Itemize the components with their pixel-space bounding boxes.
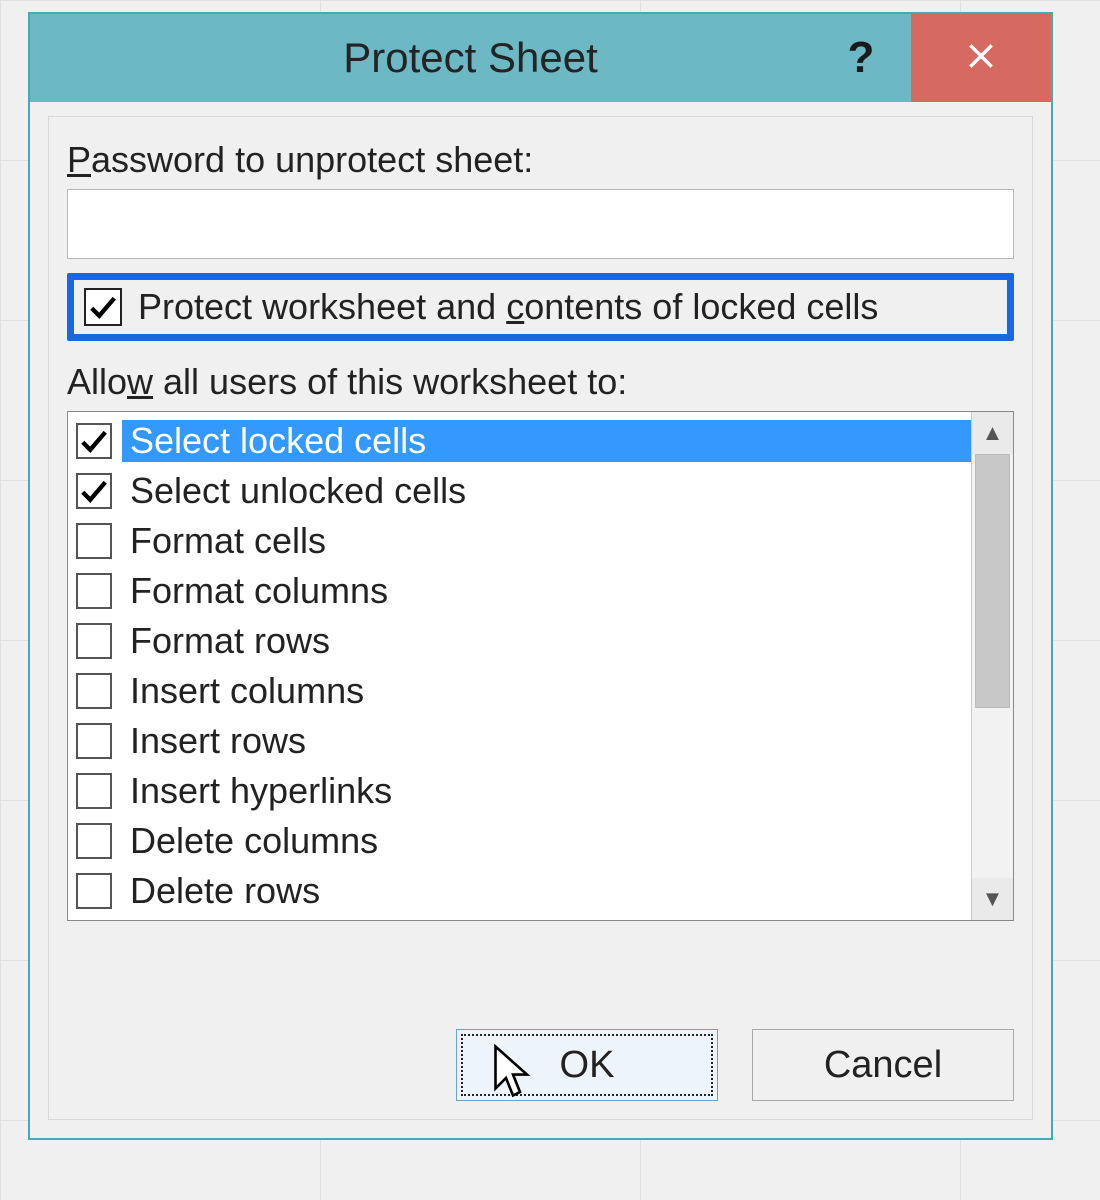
chevron-down-icon: ▼ — [982, 886, 1004, 912]
list-item[interactable]: Delete rows — [74, 866, 971, 916]
allow-users-label: Allow all users of this worksheet to: — [67, 361, 1014, 403]
cancel-button[interactable]: Cancel — [752, 1029, 1014, 1101]
permission-label: Format columns — [122, 570, 971, 612]
list-item[interactable]: Select locked cells — [74, 416, 971, 466]
permission-checkbox[interactable] — [76, 673, 112, 709]
list-item[interactable]: Format rows — [74, 616, 971, 666]
permission-label: Insert hyperlinks — [122, 770, 971, 812]
chevron-up-icon: ▲ — [982, 420, 1004, 446]
permissions-list: Select locked cells Select unlocked cells… — [68, 412, 971, 920]
protect-contents-row[interactable]: Protect worksheet and contents of locked… — [67, 273, 1014, 341]
dialog-body: Password to unprotect sheet: Protect wor… — [48, 116, 1033, 1120]
permission-label: Select locked cells — [122, 420, 971, 462]
permission-checkbox[interactable] — [76, 473, 112, 509]
list-item[interactable]: Select unlocked cells — [74, 466, 971, 516]
close-button[interactable] — [911, 14, 1051, 102]
list-item[interactable]: Insert hyperlinks — [74, 766, 971, 816]
permission-label: Delete rows — [122, 870, 971, 912]
protect-contents-label: Protect worksheet and contents of locked… — [138, 286, 878, 328]
help-button[interactable]: ? — [811, 14, 911, 102]
protect-sheet-dialog: Protect Sheet ? Password to unprotect sh… — [28, 12, 1053, 1140]
password-label: Password to unprotect sheet: — [67, 139, 1014, 181]
permission-label: Format cells — [122, 520, 971, 562]
permission-checkbox[interactable] — [76, 823, 112, 859]
close-icon — [965, 40, 997, 77]
scrollbar[interactable]: ▲ ▼ — [971, 412, 1013, 920]
permission-label: Insert columns — [122, 670, 971, 712]
list-item[interactable]: Delete columns — [74, 816, 971, 866]
permissions-listbox: Select locked cells Select unlocked cells… — [67, 411, 1014, 921]
scroll-track[interactable] — [972, 454, 1013, 878]
permission-checkbox[interactable] — [76, 573, 112, 609]
scroll-up-button[interactable]: ▲ — [972, 412, 1013, 454]
permission-label: Format rows — [122, 620, 971, 662]
permission-label: Select unlocked cells — [122, 470, 971, 512]
permission-checkbox[interactable] — [76, 873, 112, 909]
permission-label: Insert rows — [122, 720, 971, 762]
help-icon: ? — [848, 33, 875, 83]
list-item[interactable]: Insert rows — [74, 716, 971, 766]
dialog-title: Protect Sheet — [30, 34, 811, 82]
titlebar: Protect Sheet ? — [30, 14, 1051, 102]
list-item[interactable]: Format cells — [74, 516, 971, 566]
list-item[interactable]: Insert columns — [74, 666, 971, 716]
permission-checkbox[interactable] — [76, 623, 112, 659]
ok-button-label: OK — [560, 1044, 615, 1087]
password-input[interactable] — [67, 189, 1014, 259]
permission-checkbox[interactable] — [76, 773, 112, 809]
scroll-down-button[interactable]: ▼ — [972, 878, 1013, 920]
permission-checkbox[interactable] — [76, 523, 112, 559]
permission-checkbox[interactable] — [76, 423, 112, 459]
scroll-thumb[interactable] — [975, 454, 1010, 708]
ok-button[interactable]: OK — [456, 1029, 718, 1101]
protect-contents-checkbox[interactable] — [84, 288, 122, 326]
cancel-button-label: Cancel — [824, 1044, 942, 1087]
list-item[interactable]: Format columns — [74, 566, 971, 616]
permission-label: Delete columns — [122, 820, 971, 862]
permission-checkbox[interactable] — [76, 723, 112, 759]
dialog-button-row: OK Cancel — [456, 1029, 1014, 1101]
